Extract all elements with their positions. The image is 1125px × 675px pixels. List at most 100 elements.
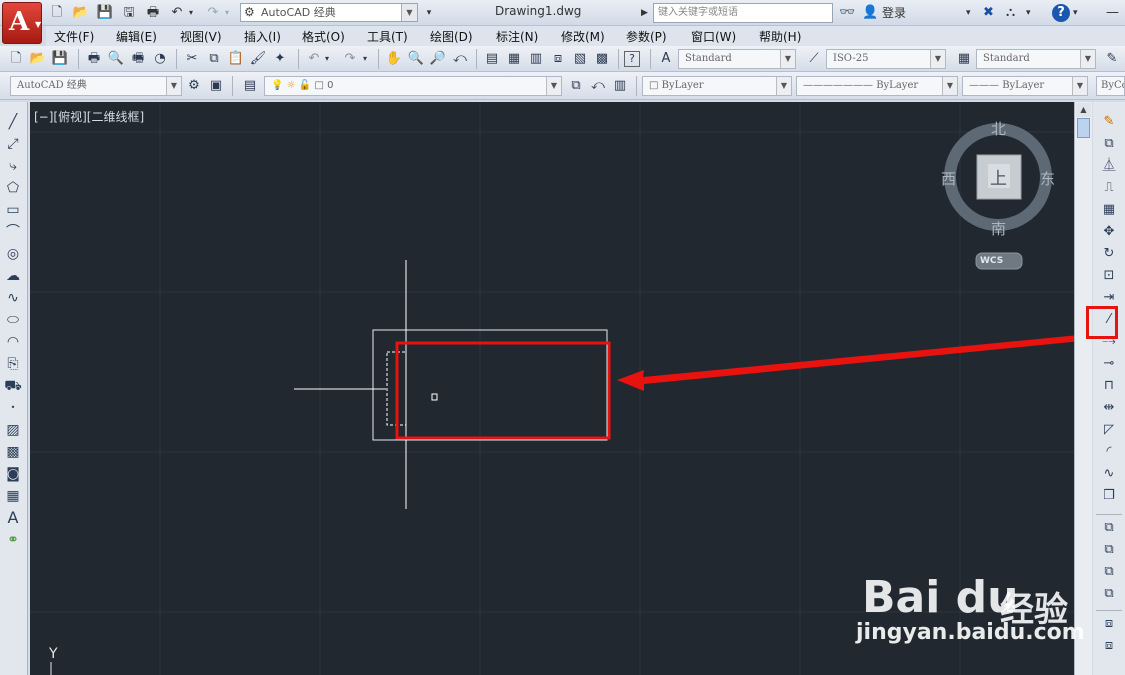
- offset-icon[interactable]: ⎍: [1098, 178, 1120, 198]
- plotstyle-combo[interactable]: ByCo: [1096, 76, 1125, 96]
- sheet-set-icon[interactable]: ⧈: [548, 50, 568, 68]
- chevron-down-icon[interactable]: ▼: [1072, 77, 1087, 95]
- chevron-down-icon[interactable]: ▼: [942, 77, 957, 95]
- break-icon[interactable]: ⊓: [1098, 376, 1120, 396]
- undo-dropdown-icon[interactable]: ▾: [322, 50, 332, 68]
- multiline-text-icon[interactable]: A: [3, 508, 23, 528]
- menu-draw[interactable]: 绘图(D): [430, 28, 473, 45]
- chamfer-icon[interactable]: ◸: [1098, 420, 1120, 440]
- viewcube[interactable]: [944, 123, 1052, 270]
- cut-icon[interactable]: ✂: [182, 50, 202, 68]
- a360-icon[interactable]: ⛬: [1006, 4, 1015, 22]
- wcs-label[interactable]: WCS: [980, 256, 1003, 266]
- redo-dropdown-icon[interactable]: ▾: [360, 50, 370, 68]
- undo-dropdown-icon[interactable]: ▾: [186, 4, 196, 22]
- polyline-icon[interactable]: ⤷: [3, 156, 23, 176]
- menu-tools[interactable]: 工具(T): [367, 28, 408, 45]
- chevron-down-icon[interactable]: ▼: [1080, 50, 1095, 68]
- rotate-icon[interactable]: ↻: [1098, 244, 1120, 264]
- zoom-window-icon[interactable]: 🔎: [428, 50, 448, 68]
- layer-combo[interactable]: 💡 ☼ 🔓 □ 0 ▼: [264, 76, 562, 96]
- login-label[interactable]: 登录: [882, 4, 906, 22]
- scrollbar-thumb[interactable]: [1077, 118, 1090, 138]
- stretch-icon[interactable]: ⇥: [1098, 288, 1120, 308]
- ellipse-icon[interactable]: ⬭: [3, 310, 23, 330]
- make-block-icon[interactable]: ⛟: [3, 376, 23, 396]
- workspace-toolbar-combo[interactable]: AutoCAD 经典 ▼: [10, 76, 182, 96]
- dim-style-combo[interactable]: ISO-25 ▼: [826, 49, 946, 69]
- customize-quick-access-icon[interactable]: ▾: [420, 4, 438, 22]
- exchange-icon[interactable]: ✖: [983, 4, 994, 22]
- menu-modify[interactable]: 修改(M): [561, 28, 605, 45]
- layer-properties-icon[interactable]: ▤: [240, 77, 260, 95]
- properties-icon[interactable]: ▤: [482, 50, 502, 68]
- menu-window[interactable]: 窗口(W): [691, 28, 736, 45]
- erase-icon[interactable]: ✎: [1098, 112, 1120, 132]
- layer-states-icon[interactable]: ▥: [610, 77, 630, 95]
- gradient-icon[interactable]: ▩: [3, 442, 23, 462]
- move-icon[interactable]: ✥: [1098, 222, 1120, 242]
- tool-palettes-icon[interactable]: ▥: [526, 50, 546, 68]
- open-file-icon[interactable]: 📂: [72, 4, 90, 22]
- blend-curves-icon[interactable]: ∿: [1098, 464, 1120, 484]
- circle-icon[interactable]: ◎: [3, 244, 23, 264]
- insert-block-icon[interactable]: ⎘: [3, 354, 23, 374]
- user-icon[interactable]: 👤: [862, 4, 878, 22]
- hatch-icon[interactable]: ▨: [3, 420, 23, 440]
- print-icon[interactable]: 🖶: [144, 4, 162, 22]
- new-file-icon[interactable]: 🗋: [48, 4, 66, 22]
- line-icon[interactable]: ╱: [3, 112, 23, 132]
- table-icon[interactable]: ▦: [3, 486, 23, 506]
- menu-help[interactable]: 帮助(H): [759, 28, 801, 45]
- expand-arrow-icon[interactable]: ▶: [641, 4, 648, 22]
- viewcube-east-label[interactable]: 东: [1040, 168, 1055, 189]
- save-icon[interactable]: 💾: [96, 4, 114, 22]
- copy-icon[interactable]: ⧉: [204, 50, 224, 68]
- copy-object-icon[interactable]: ⧉: [1098, 134, 1120, 154]
- viewcube-south-label[interactable]: 南: [991, 218, 1006, 239]
- chevron-down-icon[interactable]: ▼: [780, 50, 795, 68]
- application-menu-button[interactable]: A ▼: [2, 2, 42, 44]
- revision-cloud-icon[interactable]: ☁: [3, 266, 23, 286]
- menu-view[interactable]: 视图(V): [180, 28, 222, 45]
- a360-dropdown-icon[interactable]: ▾: [1026, 4, 1031, 22]
- search-input[interactable]: 键入关键字或短语: [653, 3, 833, 23]
- array-icon[interactable]: ▦: [1098, 200, 1120, 220]
- menu-insert[interactable]: 插入(I): [244, 28, 281, 45]
- fillet-icon[interactable]: ◜: [1098, 442, 1120, 462]
- chevron-down-icon[interactable]: ▼: [401, 4, 417, 21]
- match-properties-icon[interactable]: 🖌: [248, 50, 268, 68]
- chevron-down-icon[interactable]: ▼: [166, 77, 181, 95]
- point-icon[interactable]: •: [3, 398, 23, 418]
- save-as-icon[interactable]: 🖫: [120, 4, 138, 22]
- clean-screen-icon[interactable]: ▣: [206, 77, 226, 95]
- 3d-print-icon[interactable]: ◔: [150, 50, 170, 68]
- qnew-icon[interactable]: 🗋: [6, 50, 26, 68]
- menu-format[interactable]: 格式(O): [302, 28, 345, 45]
- pan-icon[interactable]: ✋: [384, 50, 404, 68]
- text-style-combo[interactable]: Standard ▼: [678, 49, 796, 69]
- rectangle-icon[interactable]: ▭: [3, 200, 23, 220]
- make-current-layer-icon[interactable]: ⧉: [566, 77, 586, 95]
- block-editor-icon[interactable]: ✦: [270, 50, 290, 68]
- arc-icon[interactable]: ⌒: [3, 222, 23, 242]
- open-icon[interactable]: 📂: [28, 50, 48, 68]
- add-selected-icon[interactable]: ⚭: [3, 530, 23, 550]
- menu-parametric[interactable]: 参数(P): [626, 28, 667, 45]
- workspace-settings-icon[interactable]: ⚙: [184, 77, 204, 95]
- undo-icon[interactable]: ↶: [304, 50, 324, 68]
- region-icon[interactable]: ◙: [3, 464, 23, 484]
- dim-style-icon[interactable]: ⟋: [804, 50, 824, 68]
- explode-icon[interactable]: ❒: [1098, 486, 1120, 506]
- spline-icon[interactable]: ∿: [3, 288, 23, 308]
- ellipse-arc-icon[interactable]: ◠: [3, 332, 23, 352]
- color-combo[interactable]: □ ByLayer ▼: [642, 76, 792, 96]
- drawn-rectangle[interactable]: [372, 329, 608, 441]
- scale-icon[interactable]: ⊡: [1098, 266, 1120, 286]
- viewcube-face-label[interactable]: 上: [990, 164, 1007, 189]
- login-dropdown-icon[interactable]: ▾: [966, 4, 971, 22]
- construction-line-icon[interactable]: ⤢: [3, 134, 23, 154]
- lineweight-combo[interactable]: ——— ByLayer ▼: [962, 76, 1088, 96]
- workspace-combo[interactable]: ⚙ AutoCAD 经典 ▼: [240, 3, 418, 22]
- help-icon[interactable]: ?: [624, 51, 640, 67]
